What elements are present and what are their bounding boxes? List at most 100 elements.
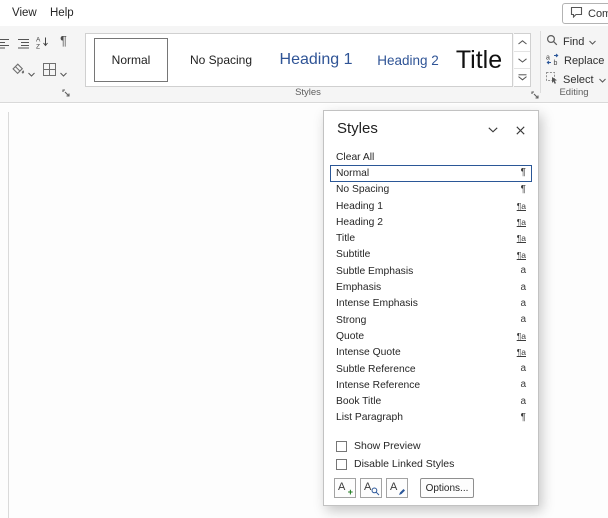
ribbon: AZ ¶ Normal No Spacing Heading 1 Heading… — [0, 26, 608, 103]
gallery-more-icon[interactable] — [514, 68, 530, 87]
editing-group-label: Editing — [559, 87, 589, 98]
show-preview-checkbox[interactable]: Show Preview — [336, 440, 421, 452]
pane-menu-chevron-icon[interactable] — [485, 123, 501, 137]
chevron-down-icon[interactable] — [26, 66, 37, 82]
style-gallery-label: Heading 2 — [377, 52, 439, 68]
select-cursor-icon — [546, 72, 558, 87]
style-type-symbol: ¶a — [516, 331, 526, 342]
style-type-symbol: ¶a — [516, 217, 526, 228]
style-list-item[interactable]: Subtitle ¶a — [330, 247, 532, 263]
manage-styles-button[interactable]: A — [386, 478, 408, 498]
comments-label: Comm — [588, 7, 608, 20]
sort-icon[interactable]: AZ — [34, 34, 51, 50]
options-button[interactable]: Options... — [420, 478, 474, 498]
style-name: Emphasis — [336, 282, 382, 294]
style-name: Intense Emphasis — [336, 298, 418, 310]
style-type-symbol: a — [520, 297, 526, 309]
replace-button[interactable]: ab Replace — [546, 52, 604, 69]
style-type-symbol: a — [520, 265, 526, 277]
style-name: Strong — [336, 314, 367, 326]
style-name: Subtitle — [336, 249, 371, 261]
style-list-item[interactable]: Heading 2 ¶a — [330, 214, 532, 230]
style-type-symbol: ¶ — [520, 167, 526, 179]
style-list-item[interactable]: Title ¶a — [330, 230, 532, 246]
style-name: Title — [336, 233, 356, 245]
menu-help[interactable]: Help — [50, 0, 74, 26]
close-icon[interactable] — [512, 123, 528, 137]
style-list-item[interactable]: Intense Quote ¶a — [330, 345, 532, 361]
style-list-item[interactable]: No Spacing ¶ — [330, 182, 532, 198]
style-list-item[interactable]: Normal ¶ — [330, 165, 532, 182]
style-gallery-item[interactable]: Heading 2 — [370, 38, 446, 82]
style-name: Heading 1 — [336, 200, 383, 212]
style-gallery-label: Normal — [111, 53, 151, 67]
style-list-item[interactable]: Strong a — [330, 312, 532, 328]
comments-button[interactable]: Comm — [562, 3, 608, 24]
page-left-edge — [8, 112, 9, 518]
style-list-item[interactable]: Book Title a — [330, 393, 532, 409]
style-list-item[interactable]: List Paragraph ¶ — [330, 410, 532, 426]
gallery-scroll-up-icon[interactable] — [514, 34, 530, 51]
styles-dialog-launcher[interactable] — [531, 88, 540, 103]
borders-grid-icon[interactable] — [41, 61, 58, 77]
menu-view[interactable]: View — [12, 0, 37, 26]
checkbox-icon[interactable] — [336, 458, 347, 470]
new-style-icon: A — [338, 481, 346, 493]
word-window: View Help Comm AZ ¶ — [0, 0, 608, 518]
style-list-item[interactable]: Emphasis a — [330, 279, 532, 295]
styles-pane: Styles Clear All Normal ¶ No Spacing ¶ H… — [323, 110, 539, 506]
chevron-down-icon — [598, 74, 606, 86]
style-name: No Spacing — [336, 184, 390, 196]
new-style-button[interactable]: A + — [334, 478, 356, 498]
svg-text:b: b — [554, 60, 558, 65]
gallery-scroll-down-icon[interactable] — [514, 50, 530, 69]
comment-icon — [570, 6, 583, 21]
style-gallery-item[interactable]: Heading 1 — [272, 38, 360, 82]
show-preview-label: Show Preview — [354, 440, 421, 452]
style-list-item[interactable]: Subtle Reference a — [330, 361, 532, 377]
style-type-symbol: a — [520, 363, 526, 374]
style-list-item[interactable]: Subtle Emphasis a — [330, 263, 532, 279]
style-gallery-item[interactable]: No Spacing — [178, 38, 264, 82]
shading-bucket-icon[interactable] — [9, 61, 26, 77]
style-list-item[interactable]: Intense Reference a — [330, 377, 532, 393]
style-type-symbol: a — [520, 281, 526, 293]
style-gallery-label: No Spacing — [189, 53, 253, 67]
style-gallery-label: Heading 1 — [279, 51, 353, 68]
style-list-item[interactable]: Heading 1 ¶a — [330, 198, 532, 214]
style-gallery-item[interactable]: Title — [448, 38, 510, 82]
select-button[interactable]: Select — [546, 71, 606, 88]
style-name: Intense Reference — [336, 379, 421, 391]
style-type-symbol: ¶a — [516, 347, 526, 358]
style-type-symbol: ¶ — [520, 183, 526, 195]
style-type-symbol: a — [520, 379, 526, 391]
style-name: Subtle Reference — [336, 363, 416, 375]
style-name: Normal — [336, 167, 370, 179]
disable-linked-styles-checkbox[interactable]: Disable Linked Styles — [336, 458, 454, 470]
style-gallery-item[interactable]: Normal — [94, 38, 168, 82]
manage-styles-icon: A — [390, 481, 398, 493]
gallery-scrollbar — [514, 33, 531, 87]
find-button[interactable]: Find — [546, 33, 597, 50]
paragraph-dialog-launcher[interactable] — [62, 86, 71, 101]
style-list-item[interactable]: Quote ¶a — [330, 328, 532, 344]
styles-pane-title: Styles — [337, 120, 378, 137]
style-type-symbol: ¶ — [520, 411, 526, 423]
clear-all-item[interactable]: Clear All — [330, 149, 532, 165]
pilcrow-icon[interactable]: ¶ — [55, 33, 72, 49]
style-inspector-button[interactable]: A — [360, 478, 382, 498]
search-icon — [546, 34, 558, 49]
indent-icon[interactable] — [15, 35, 32, 51]
style-gallery-label: Title — [455, 45, 503, 74]
styles-list: Clear All Normal ¶ No Spacing ¶ Heading … — [324, 149, 538, 426]
list-icon[interactable] — [0, 35, 12, 51]
style-type-symbol: a — [520, 314, 526, 326]
style-name: List Paragraph — [336, 412, 403, 424]
styles-group-label: Styles — [295, 87, 321, 98]
style-type-symbol: a — [520, 395, 526, 407]
chevron-down-icon[interactable] — [58, 66, 69, 82]
checkbox-icon[interactable] — [336, 440, 347, 452]
style-list-item[interactable]: Intense Emphasis a — [330, 296, 532, 312]
style-gallery: Normal No Spacing Heading 1 Heading 2 Ti… — [85, 33, 513, 87]
disable-linked-styles-label: Disable Linked Styles — [354, 458, 455, 470]
